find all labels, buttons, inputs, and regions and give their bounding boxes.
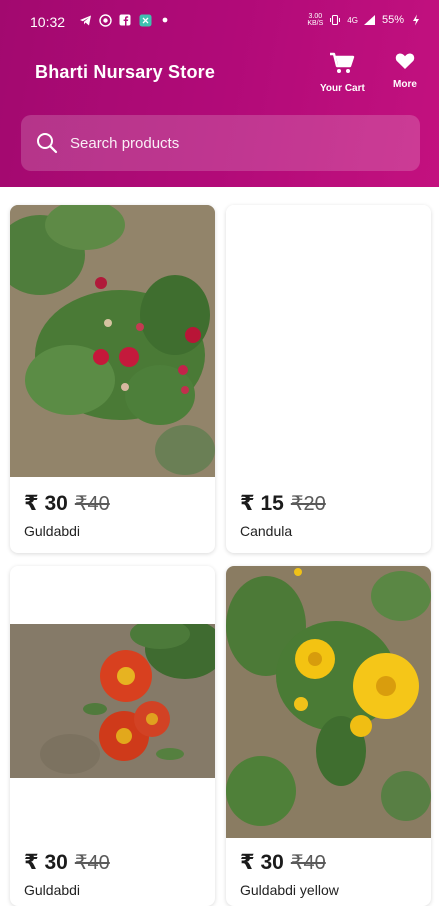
- facebook-icon: [118, 13, 132, 27]
- product-mrp: ₹40: [74, 493, 110, 515]
- notification-icons: [78, 13, 172, 27]
- app-notification-icon: [138, 13, 152, 27]
- app-title: Bharti Nursary Store: [35, 62, 216, 82]
- telegram-icon: [78, 13, 92, 27]
- status-right: 3.00 KB/S 4G 55%: [307, 13, 423, 27]
- product-card[interactable]: ₹ 30 ₹40 Guldabdi yellow: [226, 566, 431, 906]
- network-speed: 3.00 KB/S: [307, 13, 323, 27]
- product-image-red-chrysanthemum: [10, 205, 215, 477]
- app-header: 10:32 3.00 KB/S 4G 55% Bharti Nursary St…: [0, 0, 439, 187]
- cart-label: Your Cart: [320, 83, 365, 94]
- product-price: ₹ 30: [24, 851, 68, 874]
- product-card[interactable]: ₹ 30 ₹40 Guldabdi: [10, 566, 215, 906]
- product-image-placeholder: [226, 205, 431, 477]
- product-image-yellow-chrysanthemum: [226, 566, 431, 838]
- product-name: Candula: [240, 523, 293, 539]
- network-type: 4G: [347, 15, 358, 25]
- status-bar: 10:32 3.00 KB/S 4G 55%: [0, 0, 439, 44]
- price-row: ₹ 30 ₹40: [240, 850, 326, 875]
- product-mrp: ₹20: [290, 493, 326, 515]
- network-speed-unit: KB/S: [307, 20, 324, 27]
- product-price: ₹ 30: [24, 492, 68, 515]
- product-card[interactable]: ₹ 30 ₹40 Guldabdi: [10, 205, 215, 553]
- search-input[interactable]: Search products: [21, 115, 420, 171]
- network-speed-value: 3.00: [308, 13, 323, 20]
- charging-icon: [409, 13, 423, 27]
- heart-icon: [395, 52, 415, 75]
- price-row: ₹ 30 ₹40: [24, 850, 110, 875]
- chrome-icon: [98, 13, 112, 27]
- price-row: ₹ 15 ₹20: [240, 491, 326, 516]
- more-notifications-dot-icon: [158, 13, 172, 27]
- product-name: Guldabdi: [24, 882, 81, 898]
- more-button[interactable]: More: [393, 52, 417, 90]
- battery-level: 55%: [381, 14, 404, 26]
- product-name: Guldabdi yellow: [240, 882, 339, 898]
- cart-icon: [329, 52, 355, 79]
- status-time: 10:32: [30, 14, 66, 30]
- product-image-orange-chrysanthemum: [10, 619, 215, 778]
- search-icon: [36, 132, 58, 154]
- product-mrp: ₹40: [74, 852, 110, 874]
- product-mrp: ₹40: [290, 852, 326, 874]
- more-label: More: [393, 79, 417, 90]
- search-placeholder: Search products: [70, 134, 180, 152]
- cart-button[interactable]: Your Cart: [320, 52, 365, 94]
- product-price: ₹ 30: [240, 851, 284, 874]
- product-price: ₹ 15: [240, 492, 284, 515]
- vibrate-icon: [328, 13, 342, 27]
- product-name: Guldabdi: [24, 523, 81, 539]
- signal-icon: [363, 13, 377, 27]
- product-card[interactable]: ₹ 15 ₹20 Candula: [226, 205, 431, 553]
- price-row: ₹ 30 ₹40: [24, 491, 110, 516]
